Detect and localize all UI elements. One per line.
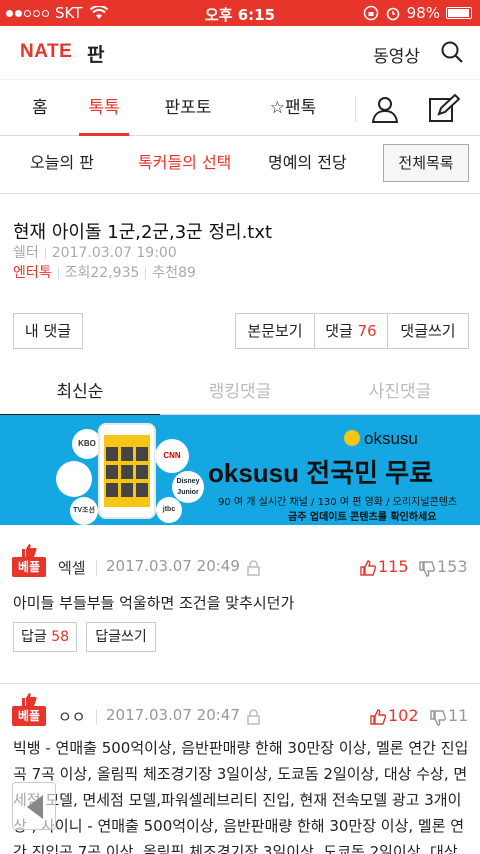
post-header: 현재 아이돌 1군,2군,3군 정리.txt 쉘터 2017.03.07 19:0… [0,194,480,294]
tab-photo-comments[interactable]: 사진댓글 [320,371,480,415]
write-icon[interactable] [428,94,460,124]
reply-button[interactable]: 답글 58 [13,622,77,652]
thumbs-up-icon[interactable] [360,560,376,576]
tab-fantalk[interactable]: ☆팬톡 [262,80,324,136]
post-stats: 엔터톡 조회22,935 추천89 [13,262,196,282]
thumbs-up-icon[interactable] [370,709,386,725]
banner-line2: 금주 업데이트 콘텐츠를 확인하세요 [288,512,437,523]
upvote-count[interactable]: 115 [378,557,409,576]
comment-text: 빅뱅 - 연매출 500억이상, 음반판매량 한해 30만장 이상, 멜론 연간… [13,739,469,854]
tab-latest[interactable]: 최신순 [0,371,160,416]
phone-illustration [98,423,156,519]
view-body-button[interactable]: 본문보기 [235,313,315,349]
world-channel-logo [56,461,92,497]
cnn-channel-logo: CNN [155,439,189,473]
thumbs-down-icon[interactable] [419,561,435,577]
downvote-count[interactable]: 11 [448,706,468,725]
video-link[interactable]: 동영상 [373,42,420,67]
tab-ranking-comments[interactable]: 랭킹댓글 [160,371,320,415]
comment-author[interactable]: ㅇㅇ [58,706,86,727]
alarm-icon [386,7,399,21]
banner-line1: 90 여 개 실시간 채널 / 130 여 편 영화 / 오리지널콘텐츠 [218,497,458,508]
subtab-today[interactable]: 오늘의 판 [30,136,94,194]
write-reply-button[interactable]: 답글쓰기 [86,622,156,652]
main-tabs: 홈 톡톡 판포토 ☆팬톡 [0,80,480,136]
comments-button[interactable]: 댓글 76 [314,313,388,349]
post-category[interactable]: 엔터톡 [13,265,52,281]
tab-pannphoto[interactable]: 판포토 [160,80,216,136]
battery-icon [446,7,472,19]
subtab-talker-choice[interactable]: 톡커들의 선택 [138,136,231,194]
tab-divider [355,96,356,122]
all-list-button[interactable]: 전체목록 [383,144,469,182]
user-icon[interactable] [370,94,400,124]
comment-text: 아미들 부들부들 억울하면 조건을 맞추시던가 [13,594,295,612]
status-bar: SKT 오후 6:15 98% [0,0,480,26]
battery-percent: 98% [406,4,440,22]
upvote-count[interactable]: 102 [388,706,419,725]
comment-list: 베플 엑셀 2017.03.07 20:49 115 153 아미들 부들부들 … [0,525,480,854]
best-thumb-icon [22,693,37,706]
post-actions: 내 댓글 본문보기 댓글 76 댓글쓰기 [0,313,480,353]
app-header: NATE 판 동영상 [0,26,480,80]
tab-home[interactable]: 홈 [20,80,60,136]
banner-headline: oksusu 전국민 무료 [208,458,434,488]
pann-logo[interactable]: 판 [87,40,104,67]
tab-toktok[interactable]: 톡톡 [79,80,129,136]
post-meta: 쉘터 2017.03.07 19:00 [13,242,177,262]
tvchosun-channel-logo: TV조선 [70,497,98,525]
post-title: 현재 아이돌 1군,2군,3군 정리.txt [13,222,273,243]
report-icon[interactable] [247,560,260,576]
sub-tabs: 오늘의 판 톡커들의 선택 명예의 전당 전체목록 [0,136,480,194]
comment-date: 2017.03.07 20:47 [106,706,240,724]
best-badge: 베플 [12,706,46,726]
search-icon[interactable] [440,40,464,64]
oksusu-brand: oksusu [344,429,418,449]
oksusu-banner-ad[interactable]: KBO TV조선 CNN Disney Junior jtbc oksusu o… [0,415,480,525]
back-button[interactable] [12,782,56,830]
comment-sort-tabs: 최신순 랭킹댓글 사진댓글 [0,371,480,416]
comment-item: 베플 ㅇㅇ 2017.03.07 20:47 102 11 빅뱅 - 연매출 5… [0,684,480,854]
best-thumb-icon [22,544,37,557]
subtab-hall-of-fame[interactable]: 명예의 전당 [268,136,347,194]
jtbc-channel-logo: jtbc [156,497,182,523]
comment-item: 베플 엑셀 2017.03.07 20:49 115 153 아미들 부들부들 … [0,525,480,683]
post-date: 2017.03.07 19:00 [51,245,177,261]
post-views: 조회22,935 [64,265,140,281]
downvote-count[interactable]: 153 [437,557,468,576]
my-comments-button[interactable]: 내 댓글 [13,313,83,349]
thumbs-down-icon[interactable] [430,710,446,726]
nate-logo[interactable]: NATE [20,41,72,63]
best-badge: 베플 [12,557,46,577]
rotation-lock-icon [363,5,378,21]
back-arrow-icon [27,795,43,819]
post-author[interactable]: 쉘터 [13,245,39,261]
write-comment-button[interactable]: 댓글쓰기 [387,313,469,349]
post-recommends: 추천89 [152,265,196,281]
oksusu-logo-icon [344,430,360,446]
report-icon[interactable] [247,709,260,725]
comment-count: 76 [357,322,377,340]
comment-date: 2017.03.07 20:49 [106,557,240,575]
disney-junior-channel-logo: Disney Junior [172,471,204,503]
reply-count: 58 [51,629,70,645]
comment-author[interactable]: 엑셀 [58,557,86,578]
